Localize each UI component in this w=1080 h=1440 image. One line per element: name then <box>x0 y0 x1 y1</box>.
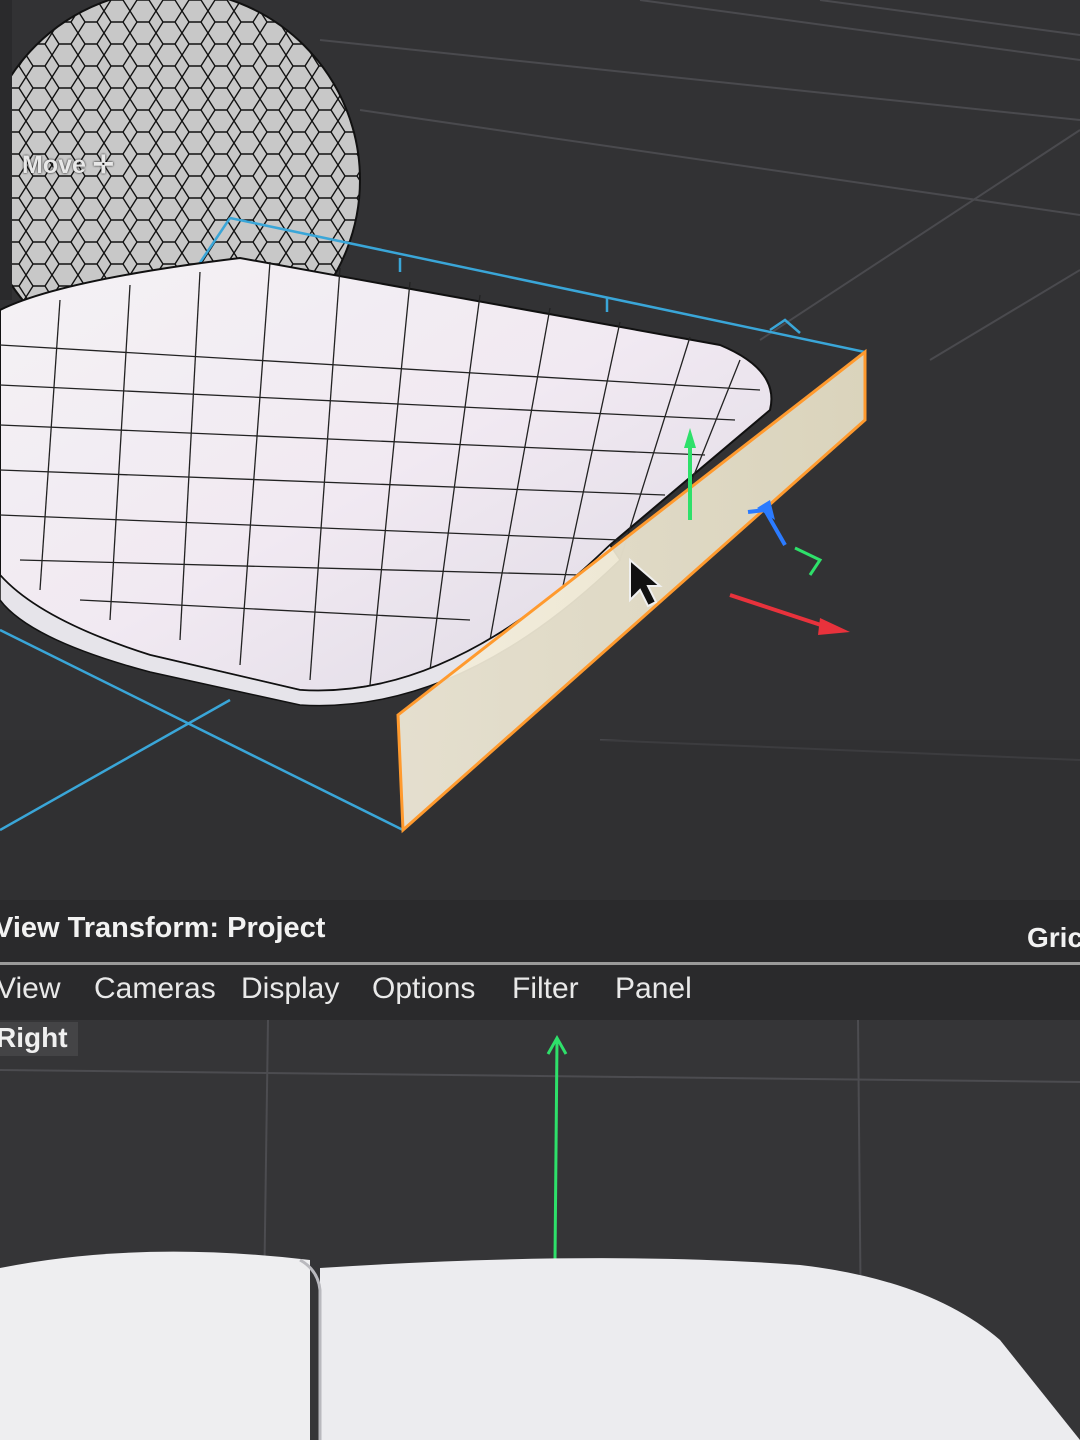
camera-label: Right <box>0 1022 78 1056</box>
perspective-viewport[interactable]: Move ✛ <box>0 0 1080 900</box>
menu-view[interactable]: View <box>0 972 60 1006</box>
menu-cameras[interactable]: Cameras <box>94 972 216 1006</box>
left-panel-edge <box>0 0 12 300</box>
menu-options[interactable]: Options <box>372 972 475 1006</box>
perspective-scene[interactable] <box>0 0 1080 900</box>
cushion-side-view <box>0 1251 1080 1440</box>
menu-display[interactable]: Display <box>241 972 339 1006</box>
view-transform-label: View Transform: Project <box>0 912 326 944</box>
right-viewport[interactable] <box>0 1020 1080 1440</box>
grid-label[interactable]: Gric <box>1027 922 1080 954</box>
right-scene[interactable] <box>0 1020 1080 1440</box>
cushion-mesh <box>0 256 773 707</box>
menu-filter[interactable]: Filter <box>512 972 579 1006</box>
move-tool-label: Move ✛ <box>22 151 114 179</box>
menu-panel[interactable]: Panel <box>615 972 692 1006</box>
